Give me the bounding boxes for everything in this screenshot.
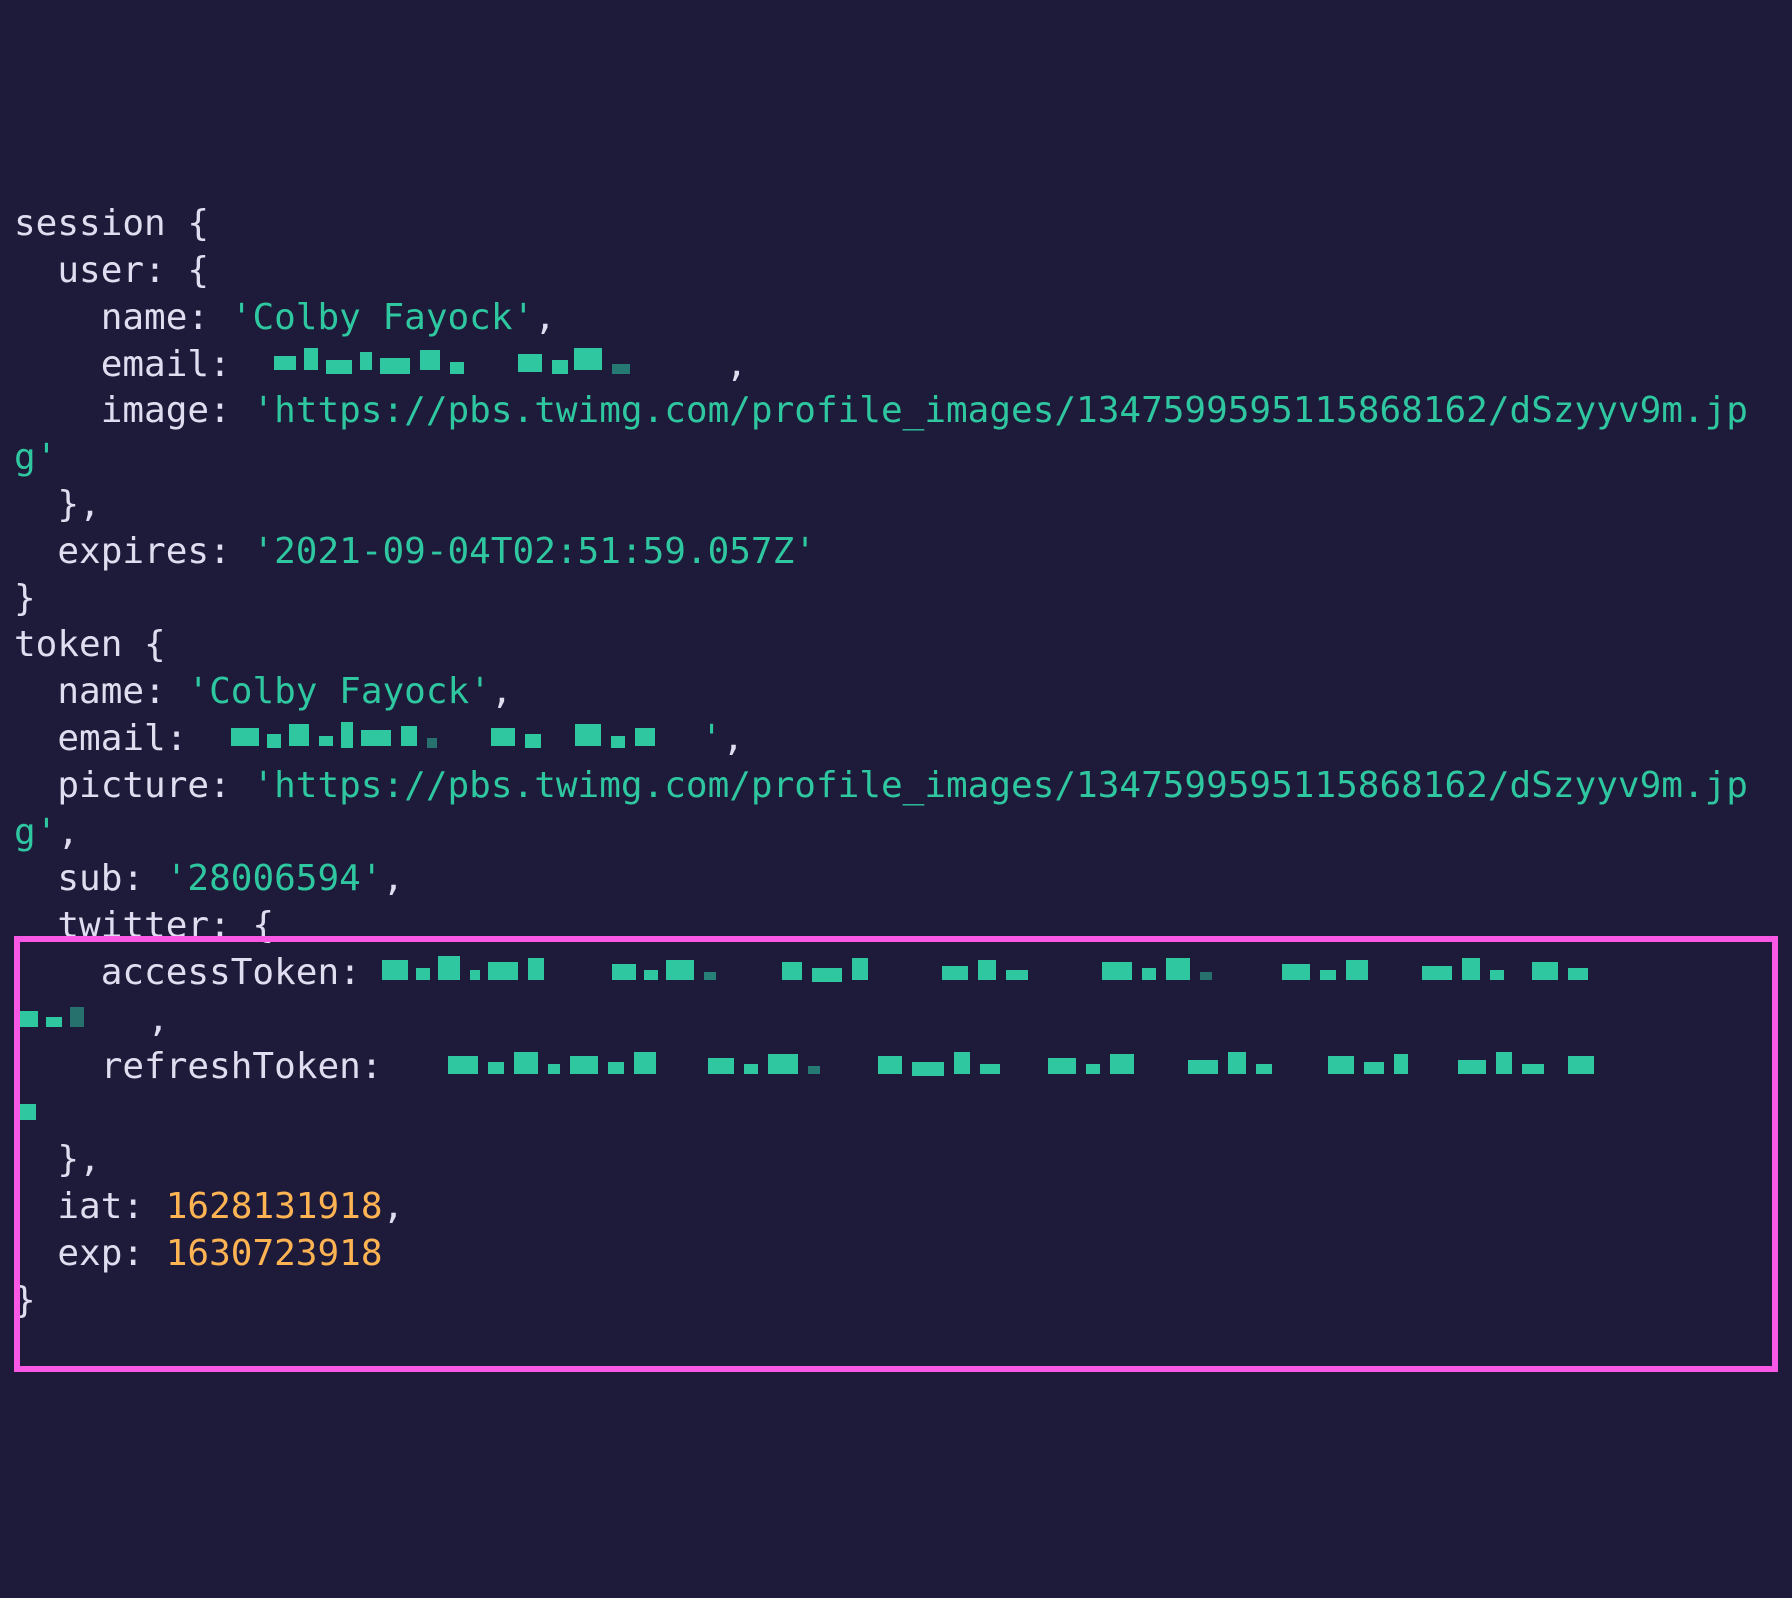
code-line: accessToken: bbox=[14, 950, 1778, 997]
code-line: email: ', bbox=[14, 716, 1778, 763]
session-user-image-value: 'https://pbs.twimg.com/profile_images/13… bbox=[14, 390, 1748, 478]
session-user-name-key: name bbox=[101, 297, 188, 338]
redacted-refresh-token-wrap bbox=[14, 1096, 54, 1126]
code-block: session { user: { name: 'Colby Fayock', … bbox=[14, 201, 1778, 1324]
code-line: session { bbox=[14, 201, 1778, 248]
token-email-key: email bbox=[57, 718, 165, 759]
redacted-email bbox=[231, 722, 701, 752]
redacted-access-token-wrap bbox=[14, 1003, 104, 1033]
code-line: sub: '28006594', bbox=[14, 856, 1778, 903]
session-user-image-key: image bbox=[101, 390, 209, 431]
session-user-name-value: 'Colby Fayock' bbox=[231, 297, 534, 338]
token-sub-value: '28006594' bbox=[166, 858, 383, 899]
session-user-email-key: email bbox=[101, 344, 209, 385]
code-line: picture: 'https://pbs.twimg.com/profile_… bbox=[14, 763, 1778, 857]
code-line: name: 'Colby Fayock', bbox=[14, 295, 1778, 342]
redacted-access-token bbox=[382, 956, 1592, 986]
token-iat-key: iat bbox=[57, 1186, 122, 1227]
code-line: refreshToken: bbox=[14, 1044, 1778, 1091]
code-line: user: { bbox=[14, 248, 1778, 295]
refresh-token-key: refreshToken bbox=[101, 1046, 361, 1087]
token-name-key: name bbox=[57, 671, 144, 712]
code-line: exp: 1630723918 bbox=[14, 1231, 1778, 1278]
session-expires-key: expires bbox=[57, 531, 209, 572]
token-name-value: 'Colby Fayock' bbox=[187, 671, 490, 712]
token-label: token bbox=[14, 624, 122, 665]
code-line: name: 'Colby Fayock', bbox=[14, 669, 1778, 716]
session-label: session bbox=[14, 203, 166, 244]
access-token-key: accessToken bbox=[101, 952, 339, 993]
redacted-refresh-token bbox=[448, 1050, 1598, 1080]
token-iat-value: 1628131918 bbox=[166, 1186, 383, 1227]
code-line: }, bbox=[14, 482, 1778, 529]
code-line: }, bbox=[14, 1137, 1778, 1184]
token-picture-value: 'https://pbs.twimg.com/profile_images/13… bbox=[14, 765, 1748, 853]
code-line: email: , bbox=[14, 342, 1778, 389]
code-line: expires: '2021-09-04T02:51:59.057Z' bbox=[14, 529, 1778, 576]
code-line: token { bbox=[14, 622, 1778, 669]
token-exp-key: exp bbox=[57, 1233, 122, 1274]
token-exp-value: 1630723918 bbox=[166, 1233, 383, 1274]
code-line: } bbox=[14, 576, 1778, 623]
token-sub-key: sub bbox=[57, 858, 122, 899]
code-line bbox=[14, 1090, 1778, 1137]
code-line: iat: 1628131918, bbox=[14, 1184, 1778, 1231]
user-label: user bbox=[57, 250, 144, 291]
code-line: twitter: { bbox=[14, 903, 1778, 950]
redacted-email bbox=[274, 348, 704, 378]
code-line: image: 'https://pbs.twimg.com/profile_im… bbox=[14, 388, 1778, 482]
token-twitter-key: twitter bbox=[57, 905, 209, 946]
token-picture-key: picture bbox=[57, 765, 209, 806]
code-line: , bbox=[14, 997, 1778, 1044]
session-expires-value: '2021-09-04T02:51:59.057Z' bbox=[252, 531, 816, 572]
quote: ' bbox=[701, 718, 723, 759]
code-line: } bbox=[14, 1278, 1778, 1325]
